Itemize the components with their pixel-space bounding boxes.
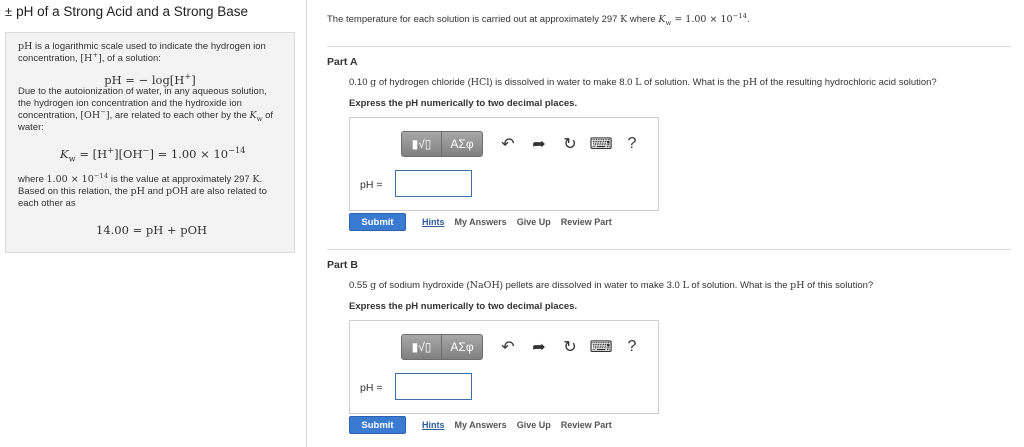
redo-icon[interactable]: ➦	[528, 336, 550, 358]
equation-ph: pH = − log[H+]	[104, 71, 196, 87]
symbols-button[interactable]: ΑΣφ	[442, 131, 483, 157]
redo-icon[interactable]: ➦	[528, 133, 550, 155]
templates-button[interactable]: ▮√▯	[401, 334, 442, 360]
part-a-instruction: Express the pH numerically to two decima…	[349, 98, 578, 109]
part-a-answer-input[interactable]	[395, 170, 472, 197]
part-b-review-part-link[interactable]: Review Part	[561, 420, 612, 430]
keyboard-icon[interactable]: ⌨	[589, 336, 612, 358]
help-icon[interactable]: ?	[621, 133, 643, 155]
background-info-box: pH is a logarithmic scale used to indica…	[5, 32, 295, 253]
part-a-math-toolbar: ▮√▯ ΑΣφ ↶ ➦ ↻ ⌨ ?	[401, 130, 643, 158]
part-b-answer-input[interactable]	[395, 373, 472, 400]
undo-icon[interactable]: ↶	[497, 133, 519, 155]
part-b-answer-label: pH =	[360, 382, 383, 394]
plus-minus-icon: ±	[5, 4, 13, 19]
info-paragraph-3: where 1.00 × 10−14 is the value at appro…	[18, 171, 267, 209]
part-a-divider	[327, 46, 1011, 47]
part-a-question: 0.10 g of hydrogen chloride (HCl) is dis…	[349, 77, 937, 88]
part-a-my-answers-link[interactable]: My Answers	[455, 217, 507, 227]
part-a-hints-link[interactable]: Hints	[422, 217, 445, 227]
part-b-hints-link[interactable]: Hints	[422, 420, 445, 430]
right-panel: The temperature for each solution is car…	[327, 0, 1017, 447]
part-a-label: Part A	[327, 56, 358, 68]
problem-intro: The temperature for each solution is car…	[327, 11, 750, 27]
undo-icon[interactable]: ↶	[497, 336, 519, 358]
part-a-answer-label: pH =	[360, 179, 383, 191]
part-b-math-toolbar: ▮√▯ ΑΣφ ↶ ➦ ↻ ⌨ ?	[401, 333, 643, 361]
left-panel: ± pH of a Strong Acid and a Strong Base p…	[0, 0, 307, 447]
page-title: ± pH of a Strong Acid and a Strong Base	[5, 4, 248, 19]
part-b-actions: Submit Hints My Answers Give Up Review P…	[349, 416, 612, 434]
keyboard-icon[interactable]: ⌨	[589, 133, 612, 155]
help-icon[interactable]: ?	[621, 336, 643, 358]
reset-icon[interactable]: ↻	[559, 133, 581, 155]
page-title-text: pH of a Strong Acid and a Strong Base	[16, 4, 249, 19]
equation-kw: Kw = [H+][OH−] = 1.00 × 10−14	[60, 145, 246, 164]
part-b-my-answers-link[interactable]: My Answers	[455, 420, 507, 430]
reset-icon[interactable]: ↻	[559, 336, 581, 358]
symbols-button[interactable]: ΑΣφ	[442, 334, 483, 360]
part-a-submit-button[interactable]: Submit	[349, 213, 406, 231]
equation-ph-poh: 14.00 = pH + pOH	[96, 223, 208, 237]
info-paragraph-2: Due to the autoionization of water, in a…	[18, 86, 274, 133]
part-b-label: Part B	[327, 259, 358, 271]
part-b-submit-button[interactable]: Submit	[349, 416, 406, 434]
part-b-give-up-link[interactable]: Give Up	[517, 420, 551, 430]
part-a-answer-box: ▮√▯ ΑΣφ ↶ ➦ ↻ ⌨ ? pH =	[349, 117, 659, 211]
part-b-instruction: Express the pH numerically to two decima…	[349, 301, 578, 312]
part-a-review-part-link[interactable]: Review Part	[561, 217, 612, 227]
part-a-give-up-link[interactable]: Give Up	[517, 217, 551, 227]
part-a-actions: Submit Hints My Answers Give Up Review P…	[349, 213, 612, 231]
part-b-divider	[327, 249, 1011, 250]
info-paragraph-1: pH is a logarithmic scale used to indica…	[18, 41, 266, 64]
part-b-answer-box: ▮√▯ ΑΣφ ↶ ➦ ↻ ⌨ ? pH =	[349, 320, 659, 414]
templates-button[interactable]: ▮√▯	[401, 131, 442, 157]
part-b-question: 0.55 g of sodium hydroxide (NaOH) pellet…	[349, 280, 874, 291]
